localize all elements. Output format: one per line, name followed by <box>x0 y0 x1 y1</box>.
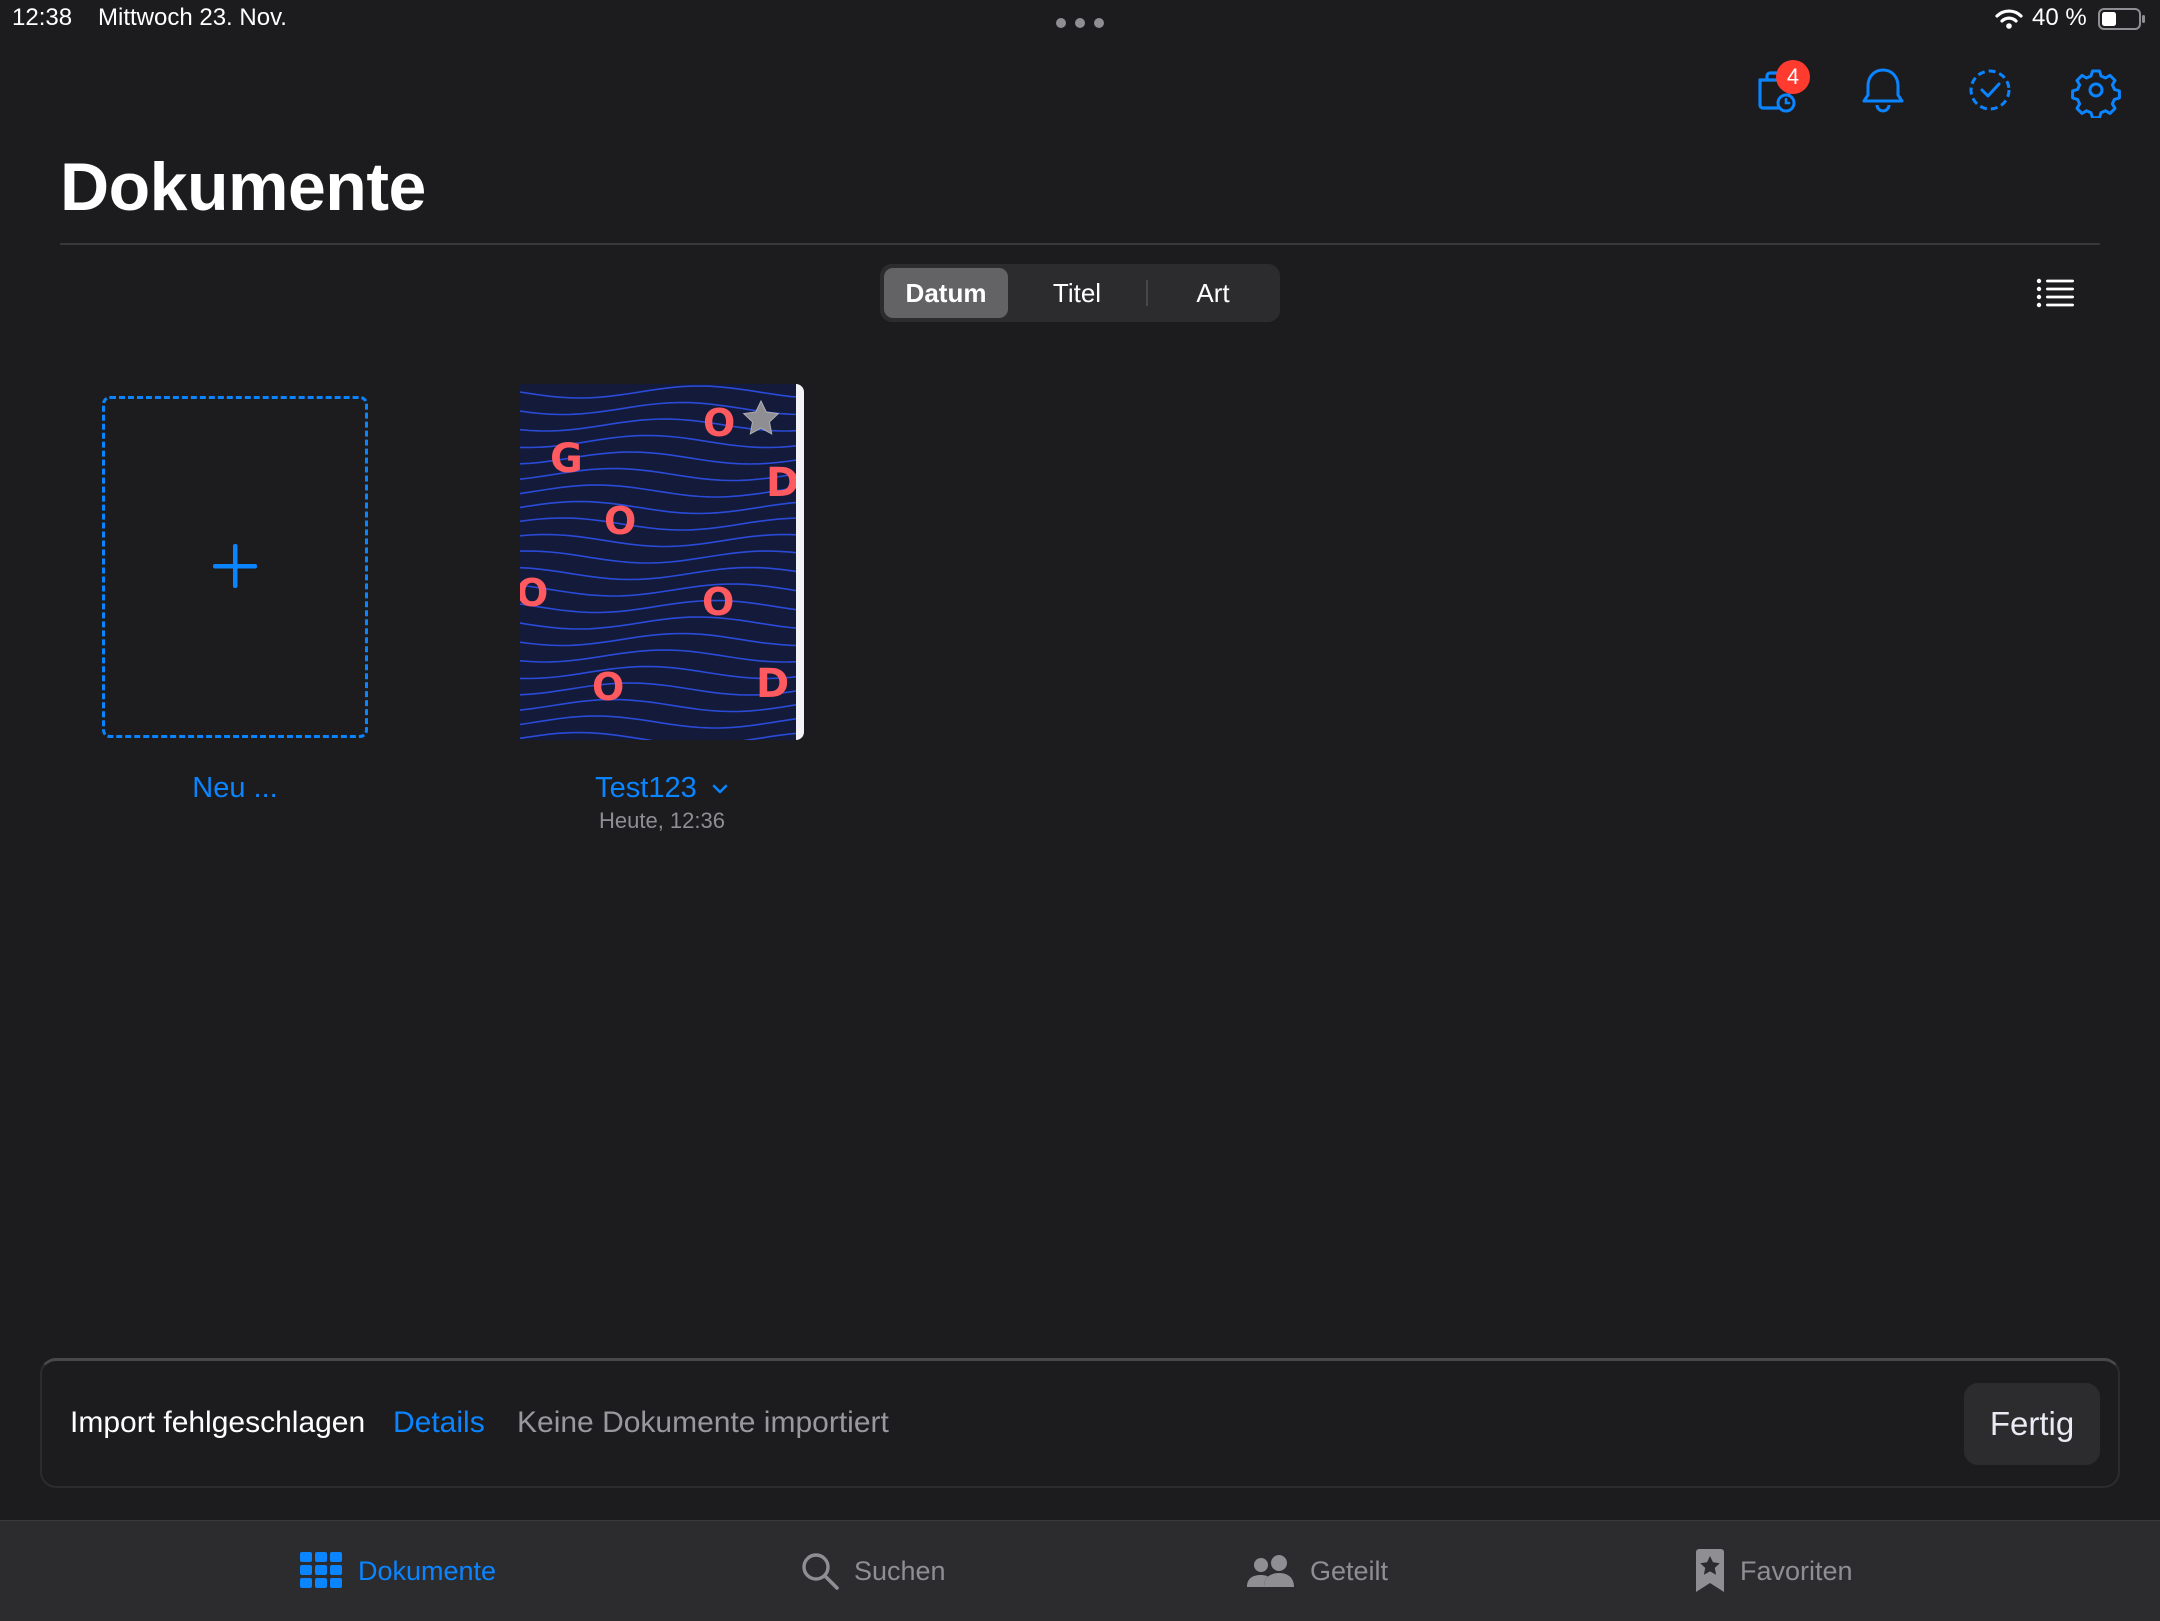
tab-documents-label: Dokumente <box>358 1555 497 1586</box>
cover-letter: O <box>703 401 735 445</box>
new-document-label[interactable]: Neu ... <box>102 772 368 805</box>
select-check-icon[interactable] <box>1962 62 2018 118</box>
gear-icon[interactable] <box>2068 62 2124 118</box>
tab-favorites[interactable]: Favoriten <box>1694 1548 1853 1594</box>
multitasking-dots-icon[interactable] <box>1056 18 1104 30</box>
list-icon[interactable] <box>2036 276 2076 310</box>
tab-shared[interactable]: Geteilt <box>1246 1548 1388 1594</box>
segment-separator <box>1146 280 1148 306</box>
sort-option-type[interactable]: Art <box>1150 268 1276 318</box>
bookmark-star-icon <box>1696 1549 1724 1592</box>
cover-letter: O <box>604 499 636 543</box>
sort-segmented-control: Datum Titel Art <box>880 264 1280 322</box>
sort-option-date[interactable]: Datum <box>884 268 1008 318</box>
search-icon <box>802 1553 839 1590</box>
cover-letter: D <box>756 661 789 707</box>
cover-letter: D <box>766 460 799 506</box>
import-details-link[interactable]: Details <box>393 1406 485 1440</box>
battery-icon <box>2098 8 2145 30</box>
cover-letter: O <box>592 665 624 709</box>
tab-search-label: Suchen <box>854 1555 946 1586</box>
plus-icon <box>213 544 257 588</box>
document-title[interactable]: Test123 <box>520 772 804 805</box>
tab-favorites-label: Favoriten <box>1740 1555 1853 1586</box>
import-banner-message: Keine Dokumente importiert <box>517 1406 889 1439</box>
people-icon <box>1247 1555 1294 1587</box>
bell-icon[interactable] <box>1855 62 1911 118</box>
tab-documents[interactable]: Dokumente <box>300 1548 496 1594</box>
cover-letter: O <box>520 571 548 615</box>
cover-letter: O <box>702 580 734 624</box>
chevron-down-icon[interactable] <box>711 783 729 795</box>
battery-percentage: 40 % <box>2032 4 2087 31</box>
page-title: Dokumente <box>60 149 426 225</box>
title-divider <box>60 243 2100 245</box>
done-button[interactable]: Fertig <box>1964 1383 2100 1465</box>
cover-letter: G <box>550 436 583 482</box>
status-date: Mittwoch 23. Nov. <box>98 4 287 31</box>
grid-icon <box>300 1552 342 1588</box>
wifi-icon <box>1995 9 2023 29</box>
notification-badge: 4 <box>1776 60 1810 94</box>
document-thumbnail[interactable]: G O O D O O O O D <box>520 384 804 740</box>
document-date: Heute, 12:36 <box>599 808 725 833</box>
status-time: 12:38 <box>12 4 73 31</box>
tab-shared-label: Geteilt <box>1310 1555 1389 1586</box>
document-title-text: Test123 <box>595 772 697 804</box>
sort-option-title[interactable]: Titel <box>1012 268 1142 318</box>
import-banner-title: Import fehlgeschlagen <box>70 1406 366 1439</box>
tab-search[interactable]: Suchen <box>800 1548 946 1594</box>
